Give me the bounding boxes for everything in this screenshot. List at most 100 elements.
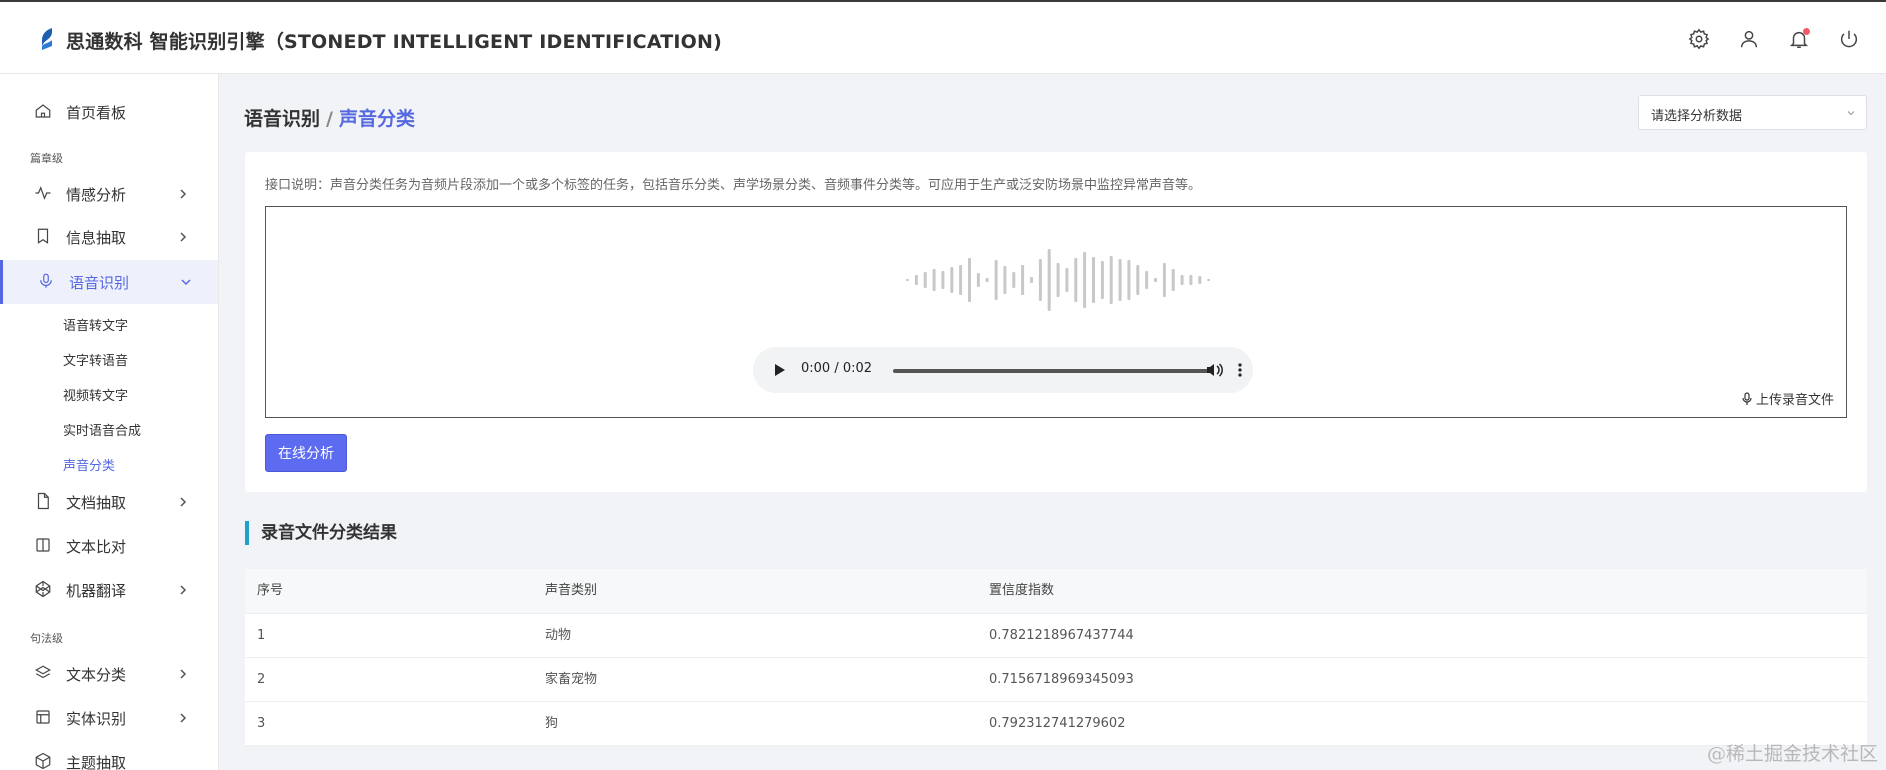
volume-icon[interactable] <box>1205 361 1223 379</box>
online-analyze-button[interactable]: 在线分析 <box>265 434 347 472</box>
table-header: 序号 声音类别 置信度指数 <box>245 569 1867 614</box>
waveform-bar <box>923 272 927 288</box>
breadcrumb-parent[interactable]: 语音识别 <box>244 108 320 130</box>
chevron-right-icon <box>180 497 187 507</box>
table-row: 1 动物 0.7821218967437744 <box>245 614 1867 658</box>
sidebar-item-dashboard[interactable]: 首页看板 <box>0 93 218 131</box>
sidebar-subitem-sound-classification[interactable]: 声音分类 <box>63 455 115 474</box>
sidebar-subitem-speech-to-text[interactable]: 语音转文字 <box>63 315 128 334</box>
sidebar-item-text-classify[interactable]: 文本分类 <box>0 655 218 693</box>
top-bar: 思通数科 智能识别引擎（STONEDT INTELLIGENT IDENTIFI… <box>0 0 1886 74</box>
waveform-bar <box>1109 256 1113 304</box>
waveform-bar <box>1207 279 1211 281</box>
sidebar-item-label: 首页看板 <box>66 103 127 122</box>
waveform-bar <box>1074 258 1078 302</box>
codepen-icon <box>34 580 54 600</box>
cell-confidence: 0.792312741279602 <box>989 716 1126 731</box>
sidebar-item-translate[interactable]: 机器翻译 <box>0 571 218 609</box>
select-placeholder: 请选择分析数据 <box>1651 109 1743 124</box>
waveform-bar <box>1047 249 1051 311</box>
upload-recording-button[interactable]: 上传录音文件 <box>1741 389 1834 408</box>
sidebar-item-text-compare[interactable]: 文本比对 <box>0 527 218 565</box>
settings-button[interactable] <box>1688 28 1712 52</box>
sidebar-item-entity[interactable]: 实体识别 <box>0 699 218 737</box>
audio-player: 0:00 / 0:02 <box>753 347 1253 393</box>
waveform-bar <box>1180 275 1184 285</box>
app-title: 思通数科 智能识别引擎（STONEDT INTELLIGENT IDENTIFI… <box>66 31 723 53</box>
waveform-bar <box>1083 252 1087 308</box>
sidebar-subitem-video-to-text[interactable]: 视频转文字 <box>63 385 128 404</box>
waveform-bar <box>1162 263 1166 297</box>
waveform-bar <box>1171 269 1175 291</box>
home-icon <box>34 102 54 122</box>
sidebar-item-label: 机器翻译 <box>66 581 127 600</box>
sidebar-item-sentiment[interactable]: 情感分析 <box>0 175 218 213</box>
columns-icon <box>34 536 54 556</box>
waveform-bar <box>968 258 971 302</box>
waveform-bar <box>1100 261 1104 299</box>
sidebar-subitem-text-to-speech[interactable]: 文字转语音 <box>63 350 128 369</box>
upload-label: 上传录音文件 <box>1755 393 1834 408</box>
logout-button[interactable] <box>1838 28 1862 52</box>
waveform-icon <box>906 249 1211 311</box>
waveform-bar <box>1145 271 1149 289</box>
cell-category: 动物 <box>545 628 572 643</box>
logo-icon <box>42 28 52 50</box>
column-header-category: 声音类别 <box>545 583 598 598</box>
results-table: 序号 声音类别 置信度指数 1 动物 0.7821218967437744 2 … <box>245 569 1867 746</box>
chevron-right-icon <box>180 669 187 679</box>
cell-index: 3 <box>257 716 266 731</box>
layout-icon <box>34 708 54 728</box>
player-time: 0:00 / 0:02 <box>801 361 873 376</box>
waveform-bar <box>1127 260 1131 300</box>
sidebar-item-label: 主题抽取 <box>66 753 127 770</box>
cell-category: 家畜宠物 <box>545 672 598 687</box>
cell-confidence: 0.7156718969345093 <box>989 672 1134 687</box>
chevron-right-icon <box>180 713 187 723</box>
microphone-icon <box>37 272 57 292</box>
section-label-sentence: 句法级 <box>30 632 63 645</box>
sidebar-item-label: 语音识别 <box>69 273 130 292</box>
sidebar-subitem-realtime-tts[interactable]: 实时语音合成 <box>63 420 141 439</box>
results-title: 录音文件分类结果 <box>245 521 397 545</box>
chevron-down-icon <box>1847 111 1855 116</box>
sidebar-item-label: 文本比对 <box>66 537 127 556</box>
waveform-bar <box>1198 276 1202 284</box>
section-label-chapter: 篇章级 <box>30 152 63 165</box>
column-header-index: 序号 <box>257 583 284 598</box>
breadcrumb: 语音识别 / 声音分类 <box>244 104 415 131</box>
gear-icon <box>1688 28 1710 50</box>
user-icon <box>1740 30 1758 48</box>
waveform-bar <box>976 273 980 287</box>
waveform-bar <box>1021 265 1025 295</box>
notifications-button[interactable] <box>1788 28 1812 52</box>
sidebar-item-topic[interactable]: 主题抽取 <box>0 743 218 770</box>
api-description: 接口说明：声音分类任务为音频片段添加一个或多个标签的任务，包括音乐分类、声学场景… <box>265 178 1202 193</box>
sidebar-item-label: 文档抽取 <box>66 493 127 512</box>
sidebar-item-doc-extract[interactable]: 文档抽取 <box>0 483 218 521</box>
cell-confidence: 0.7821218967437744 <box>989 628 1134 643</box>
play-icon[interactable] <box>771 362 787 378</box>
microphone-icon <box>1742 391 1752 405</box>
table-row: 2 家畜宠物 0.7156718969345093 <box>245 658 1867 702</box>
waveform-bar <box>1092 257 1095 303</box>
waveform-bar <box>950 267 954 293</box>
analysis-card: 接口说明：声音分类任务为音频片段添加一个或多个标签的任务，包括音乐分类、声学场景… <box>245 152 1867 492</box>
more-vertical-icon[interactable] <box>1231 361 1249 379</box>
waveform-bar <box>959 265 963 295</box>
waveform-bar <box>1056 263 1060 297</box>
sidebar-item-speech[interactable]: 语音识别 <box>0 260 218 304</box>
analysis-data-select[interactable]: 请选择分析数据 <box>1638 95 1867 130</box>
sidebar-item-label: 实体识别 <box>66 709 127 728</box>
notification-dot <box>1803 28 1810 35</box>
user-button[interactable] <box>1738 28 1762 52</box>
table-row: 3 狗 0.792312741279602 <box>245 702 1867 746</box>
waveform-bar <box>1118 259 1122 301</box>
chevron-right-icon <box>180 585 187 595</box>
sidebar-item-extraction[interactable]: 信息抽取 <box>0 218 218 256</box>
power-icon <box>1840 30 1858 48</box>
player-progress-bar[interactable] <box>893 369 1209 373</box>
waveform-bar <box>1003 266 1007 294</box>
audio-upload-area[interactable]: 0:00 / 0:02 上传录音文件 <box>265 206 1847 418</box>
waveform-bar <box>1038 259 1042 301</box>
